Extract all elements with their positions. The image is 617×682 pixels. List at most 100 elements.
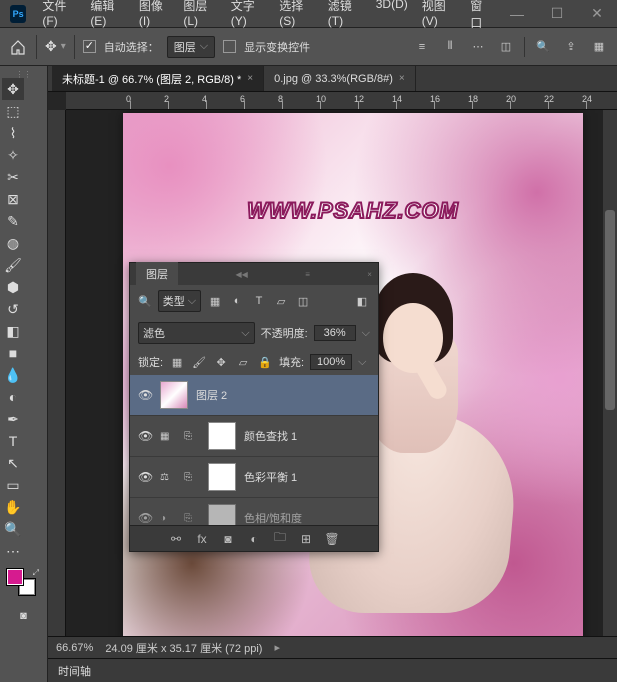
link-layers-icon[interactable]: ⚯ (168, 532, 184, 546)
menu-image[interactable]: 图像(I) (133, 0, 176, 35)
menu-layer[interactable]: 图层(L) (177, 0, 222, 35)
group-icon[interactable]: 🗀 (272, 528, 288, 549)
foreground-color[interactable] (6, 568, 24, 586)
hand-tool[interactable]: ✋ (2, 496, 24, 518)
adjustment-layer-icon[interactable]: ◐ (246, 532, 262, 546)
distribute-icon[interactable]: ⫴ (440, 37, 460, 57)
lock-position-icon[interactable]: ✥ (213, 354, 229, 370)
close-tab-icon[interactable]: × (399, 73, 405, 84)
layer-fx-icon[interactable]: fx (194, 532, 210, 546)
menu-3d[interactable]: 3D(D) (370, 0, 414, 35)
lock-pixels-icon[interactable]: 🖌 (191, 354, 207, 370)
menu-select[interactable]: 选择(S) (273, 0, 320, 35)
auto-select-target[interactable]: 图层⌵ (167, 36, 215, 58)
workspace-icon[interactable]: ▦ (589, 37, 609, 57)
layer-mask-thumbnail[interactable] (208, 504, 236, 525)
maximize-button[interactable]: ☐ (537, 0, 577, 28)
marquee-tool[interactable]: ⬚ (2, 100, 24, 122)
gradient-tool[interactable]: ■ (2, 342, 24, 364)
search-icon[interactable]: 🔍 (533, 37, 553, 57)
show-transform-checkbox[interactable] (223, 40, 236, 53)
menu-window[interactable]: 窗口 (464, 0, 497, 35)
fill-dropdown-icon[interactable]: ⌵ (358, 356, 366, 369)
panel-menu-icon[interactable]: ≡ (305, 270, 310, 279)
type-tool[interactable]: T (2, 430, 24, 452)
lock-all-icon[interactable]: 🔒 (257, 354, 273, 370)
shape-tool[interactable]: ▭ (2, 474, 24, 496)
opacity-dropdown-icon[interactable]: ⌵ (362, 327, 370, 340)
layer-row[interactable]: 👁 图层 2 (130, 375, 378, 416)
filter-adjust-icon[interactable]: ◐ (229, 293, 245, 309)
panel-collapse-icon[interactable]: ◀◀ (235, 270, 247, 279)
quick-mask-toggle[interactable]: ◙ (2, 610, 45, 622)
share-icon[interactable]: ⇪ (561, 37, 581, 57)
menu-file[interactable]: 文件(F) (36, 0, 82, 35)
layer-name[interactable]: 图层 2 (196, 387, 227, 403)
close-tab-icon[interactable]: × (247, 73, 253, 84)
arrange-icon[interactable]: ⋯ (468, 37, 488, 57)
toolbox-grip[interactable]: ⋮⋮ (2, 70, 45, 78)
layer-row[interactable]: 👁 ▦ ⎘ 颜色查找 1 (130, 416, 378, 457)
close-button[interactable]: ✕ (577, 0, 617, 28)
menu-type[interactable]: 文字(Y) (225, 0, 272, 35)
fill-input[interactable] (310, 354, 352, 370)
opacity-input[interactable] (314, 325, 356, 341)
filter-smart-icon[interactable]: ◫ (295, 293, 311, 309)
new-layer-icon[interactable]: ⊞ (298, 532, 314, 546)
eraser-tool[interactable]: ◧ (2, 320, 24, 342)
brush-tool[interactable]: 🖌 (2, 254, 24, 276)
menu-view[interactable]: 视图(V) (416, 0, 463, 35)
zoom-tool[interactable]: 🔍 (2, 518, 24, 540)
blend-mode-select[interactable]: 滤色⌵ (138, 322, 255, 344)
panel-close-icon[interactable]: × (367, 270, 372, 279)
dodge-tool[interactable]: ◐ (2, 386, 24, 408)
minimize-button[interactable]: — (497, 0, 537, 28)
auto-select-checkbox[interactable] (83, 40, 96, 53)
panel-header[interactable]: 图层 ◀◀ ≡ × (130, 263, 378, 285)
tab-document-1[interactable]: 未标题-1 @ 66.7% (图层 2, RGB/8) *× (52, 66, 264, 91)
layer-row[interactable]: 👁 ◑ ⎘ 色相/饱和度 (130, 498, 378, 525)
home-icon[interactable] (8, 37, 28, 57)
tool-dropdown-icon[interactable]: ▾ (61, 41, 66, 52)
layer-row[interactable]: 👁 ⚖ ⎘ 色彩平衡 1 (130, 457, 378, 498)
edit-toolbar[interactable]: ⋯ (2, 540, 24, 562)
visibility-icon[interactable]: 👁 (138, 470, 152, 484)
document-dimensions[interactable]: 24.09 厘米 x 35.17 厘米 (72 ppi) (105, 640, 262, 656)
vertical-ruler[interactable] (48, 110, 66, 636)
visibility-icon[interactable]: 👁 (138, 429, 152, 443)
history-brush-tool[interactable]: ↺ (2, 298, 24, 320)
move-tool[interactable]: ✥ (2, 78, 24, 100)
layer-name[interactable]: 颜色查找 1 (244, 428, 297, 444)
eyedropper-tool[interactable]: ✎ (2, 210, 24, 232)
blur-tool[interactable]: 💧 (2, 364, 24, 386)
menu-edit[interactable]: 编辑(E) (84, 0, 131, 35)
path-tool[interactable]: ↖ (2, 452, 24, 474)
horizontal-ruler[interactable]: 024681012141618202224 (66, 92, 617, 110)
layer-thumbnail[interactable] (160, 381, 188, 409)
swap-colors-icon[interactable]: ⤢ (33, 568, 39, 578)
lasso-tool[interactable]: ⌇ (2, 122, 24, 144)
layer-mask-icon[interactable]: ◙ (220, 532, 236, 546)
vertical-scrollbar[interactable] (603, 110, 617, 636)
visibility-icon[interactable]: 👁 (138, 511, 152, 525)
layer-mask-thumbnail[interactable] (208, 422, 236, 450)
zoom-level[interactable]: 66.67% (56, 642, 93, 654)
lock-artboard-icon[interactable]: ▱ (235, 354, 251, 370)
menu-filter[interactable]: 滤镜(T) (322, 0, 368, 35)
visibility-icon[interactable]: 👁 (138, 388, 152, 402)
mode3d-icon[interactable]: ◫ (496, 37, 516, 57)
layer-name[interactable]: 色彩平衡 1 (244, 469, 297, 485)
frame-tool[interactable]: ⊠ (2, 188, 24, 210)
healing-tool[interactable]: ◍ (2, 232, 24, 254)
status-menu-icon[interactable]: ▸ (274, 641, 280, 654)
filter-toggle-icon[interactable]: ◧ (354, 293, 370, 309)
magic-wand-tool[interactable]: ✧ (2, 144, 24, 166)
stamp-tool[interactable]: ⬢ (2, 276, 24, 298)
crop-tool[interactable]: ✂ (2, 166, 24, 188)
pen-tool[interactable]: ✒ (2, 408, 24, 430)
filter-type-icon[interactable]: T (251, 293, 267, 309)
layers-tab[interactable]: 图层 (136, 262, 178, 286)
filter-pixel-icon[interactable]: ▦ (207, 293, 223, 309)
layer-name[interactable]: 色相/饱和度 (244, 510, 302, 525)
tab-document-2[interactable]: 0.jpg @ 33.3%(RGB/8#)× (264, 66, 416, 91)
